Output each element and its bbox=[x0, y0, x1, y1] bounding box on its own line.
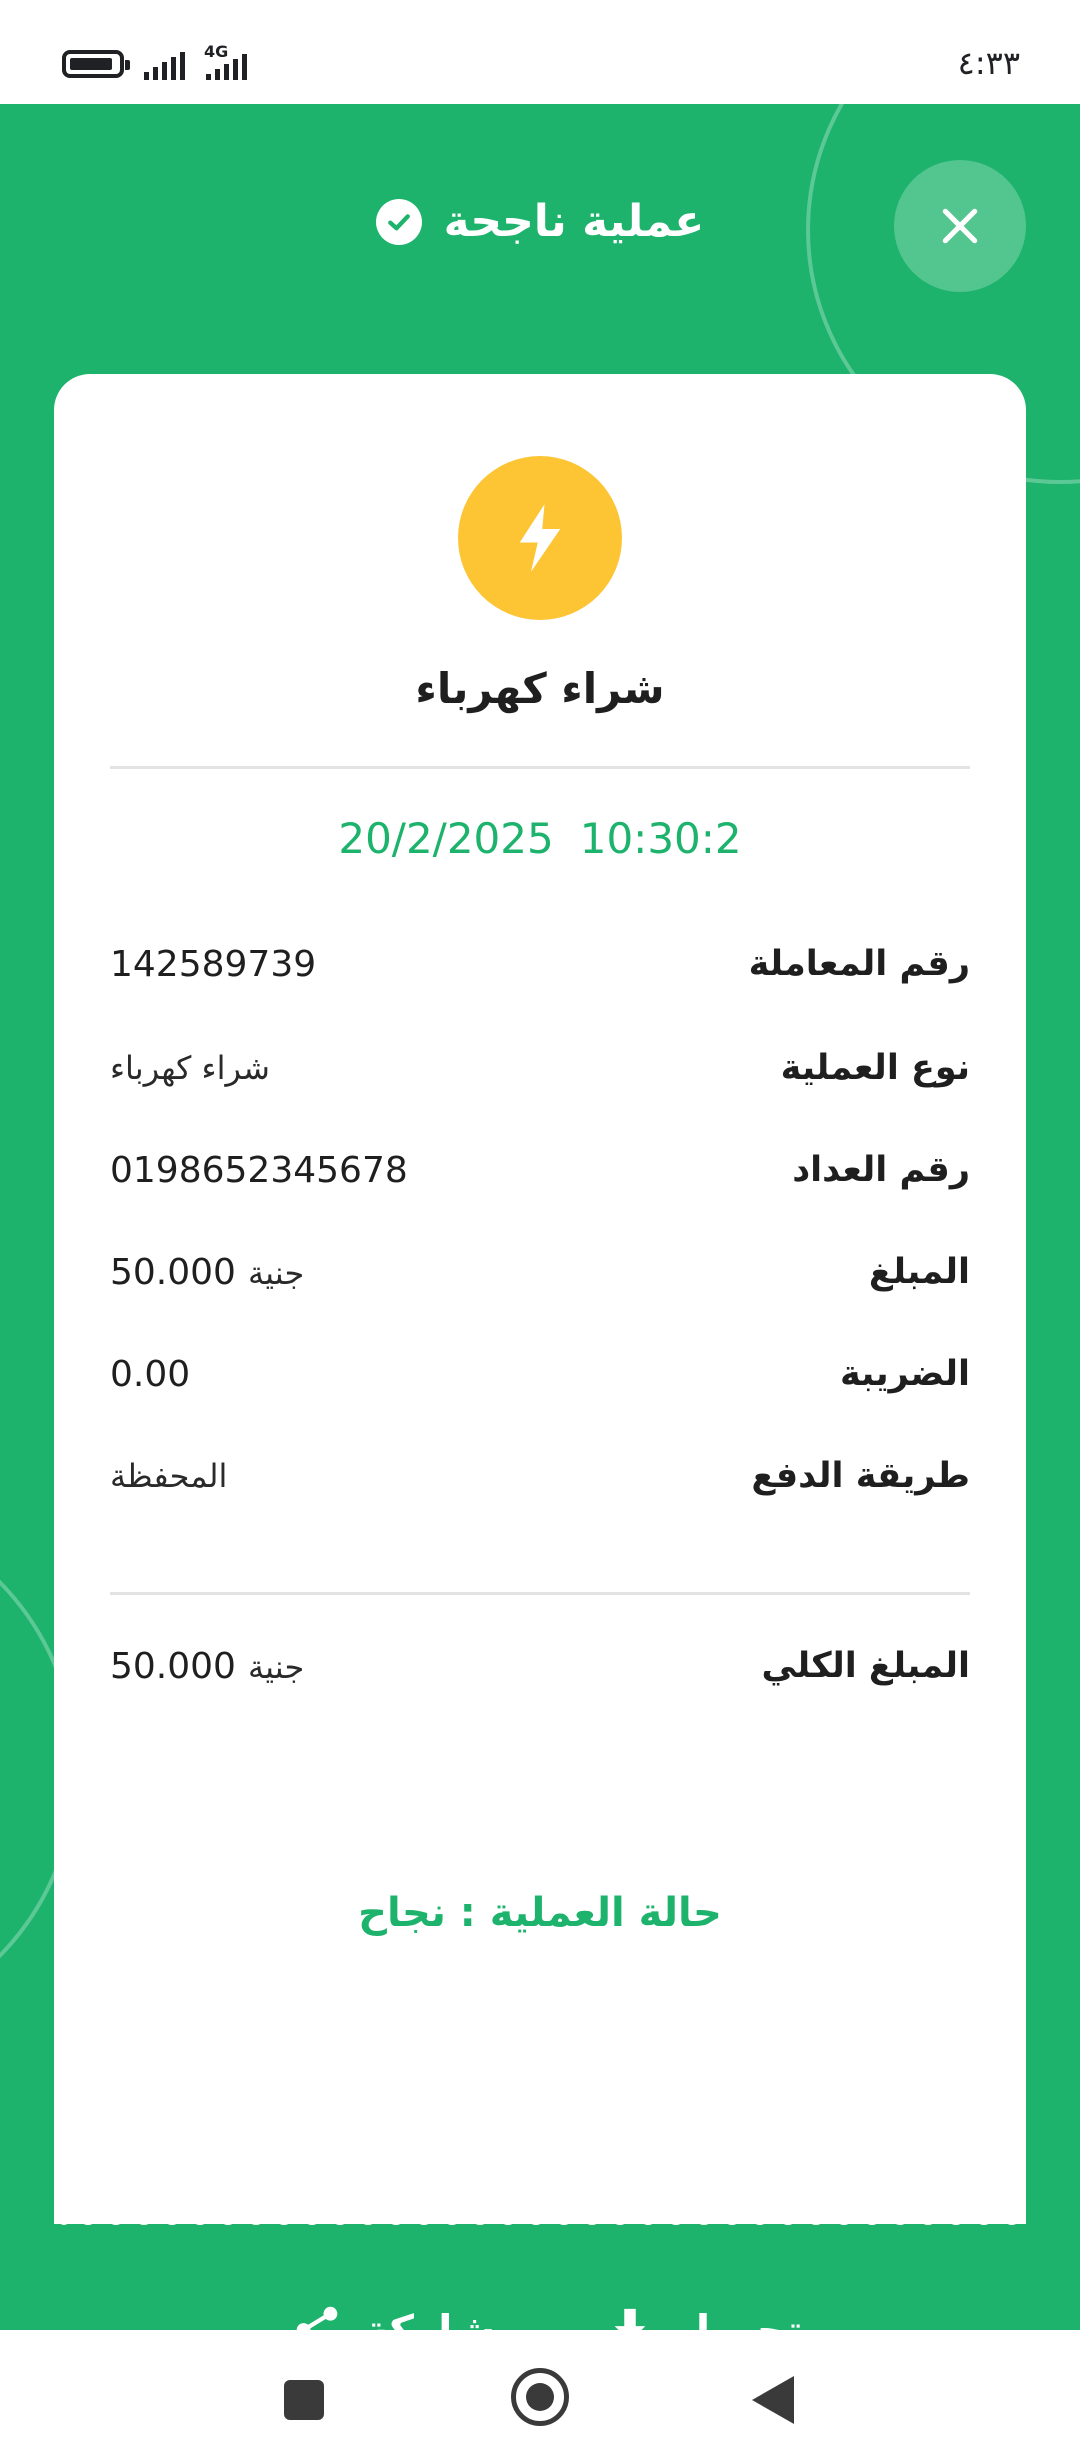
action-bar: مشاركة تحميل bbox=[0, 2290, 1080, 2330]
detail-row-total: 50.000 جنية المبلغ الكلي bbox=[110, 1636, 970, 1696]
signal-4g-icon bbox=[206, 48, 247, 80]
transaction-date: 20/2/2025 bbox=[338, 814, 554, 863]
success-screen: عملية ناجحة شراء كهرباء 20/2/2025 10:30:… bbox=[0, 104, 1080, 2330]
total-value: 50.000 جنية bbox=[110, 1646, 304, 1687]
detail-row-transaction-number: 142589739 رقم المعاملة bbox=[110, 934, 970, 994]
back-icon[interactable] bbox=[752, 2376, 794, 2424]
recent-apps-icon[interactable] bbox=[284, 2380, 324, 2420]
detail-label: المبلغ bbox=[868, 1252, 970, 1292]
divider bbox=[110, 766, 970, 769]
detail-value: 142589739 bbox=[110, 943, 317, 985]
detail-value: 0198652345678 bbox=[110, 1149, 408, 1191]
currency-label: جنية bbox=[247, 1253, 305, 1292]
detail-label: رقم المعاملة bbox=[748, 944, 970, 984]
navigation-bar bbox=[0, 2330, 1080, 2460]
detail-value: شراء كهرباء bbox=[110, 1049, 270, 1087]
share-button[interactable]: مشاركة bbox=[294, 2290, 523, 2330]
currency-label: جنية bbox=[247, 1647, 305, 1686]
lightning-bolt-icon bbox=[458, 456, 622, 620]
check-circle-icon bbox=[375, 198, 422, 245]
battery-icon bbox=[62, 50, 130, 78]
transaction-datetime: 20/2/2025 10:30:2 bbox=[54, 814, 1026, 863]
share-label: مشاركة bbox=[364, 2305, 523, 2331]
transaction-time: 10:30:2 bbox=[579, 814, 742, 863]
detail-value: المحفظة bbox=[110, 1457, 228, 1495]
download-button[interactable]: تحميل bbox=[610, 2290, 803, 2330]
status-time: ٤:٣٣ bbox=[957, 44, 1020, 82]
detail-row-tax: 0.00 الضريبة bbox=[110, 1344, 970, 1404]
signal-icon bbox=[144, 48, 185, 80]
service-title: شراء كهرباء bbox=[415, 664, 665, 713]
home-icon[interactable] bbox=[511, 2368, 569, 2426]
total-amount: 50.000 bbox=[110, 1645, 236, 1687]
detail-row-operation-type: شراء كهرباء نوع العملية bbox=[110, 1038, 970, 1098]
download-icon bbox=[614, 2308, 646, 2330]
detail-value: 0.00 bbox=[110, 1353, 191, 1395]
receipt-scallop-edge bbox=[54, 2194, 1026, 2225]
transaction-status: حالة العملية : نجاح bbox=[358, 1890, 722, 1936]
total-label: المبلغ الكلي bbox=[761, 1646, 970, 1686]
receipt-card: شراء كهرباء 20/2/2025 10:30:2 142589739 … bbox=[54, 374, 1026, 2224]
detail-row-amount: 50.000 جنية المبلغ bbox=[110, 1242, 970, 1302]
close-button[interactable] bbox=[894, 160, 1026, 292]
amount-value: 50.000 bbox=[110, 1251, 236, 1293]
status-bar: 4G ٤:٣٣ bbox=[0, 0, 1080, 104]
share-icon bbox=[296, 2306, 338, 2330]
detail-label: نوع العملية bbox=[780, 1048, 970, 1088]
divider bbox=[110, 1592, 970, 1595]
detail-row-meter-number: 0198652345678 رقم العداد bbox=[110, 1140, 970, 1200]
detail-label: رقم العداد bbox=[792, 1150, 970, 1190]
detail-value: 50.000 جنية bbox=[110, 1252, 304, 1293]
detail-label: طريقة الدفع bbox=[751, 1456, 970, 1496]
detail-row-payment-method: المحفظة طريقة الدفع bbox=[110, 1446, 970, 1506]
page-title: عملية ناجحة bbox=[443, 196, 705, 247]
download-label: تحميل bbox=[674, 2305, 803, 2331]
close-icon bbox=[942, 208, 978, 244]
detail-label: الضريبة bbox=[839, 1354, 970, 1394]
